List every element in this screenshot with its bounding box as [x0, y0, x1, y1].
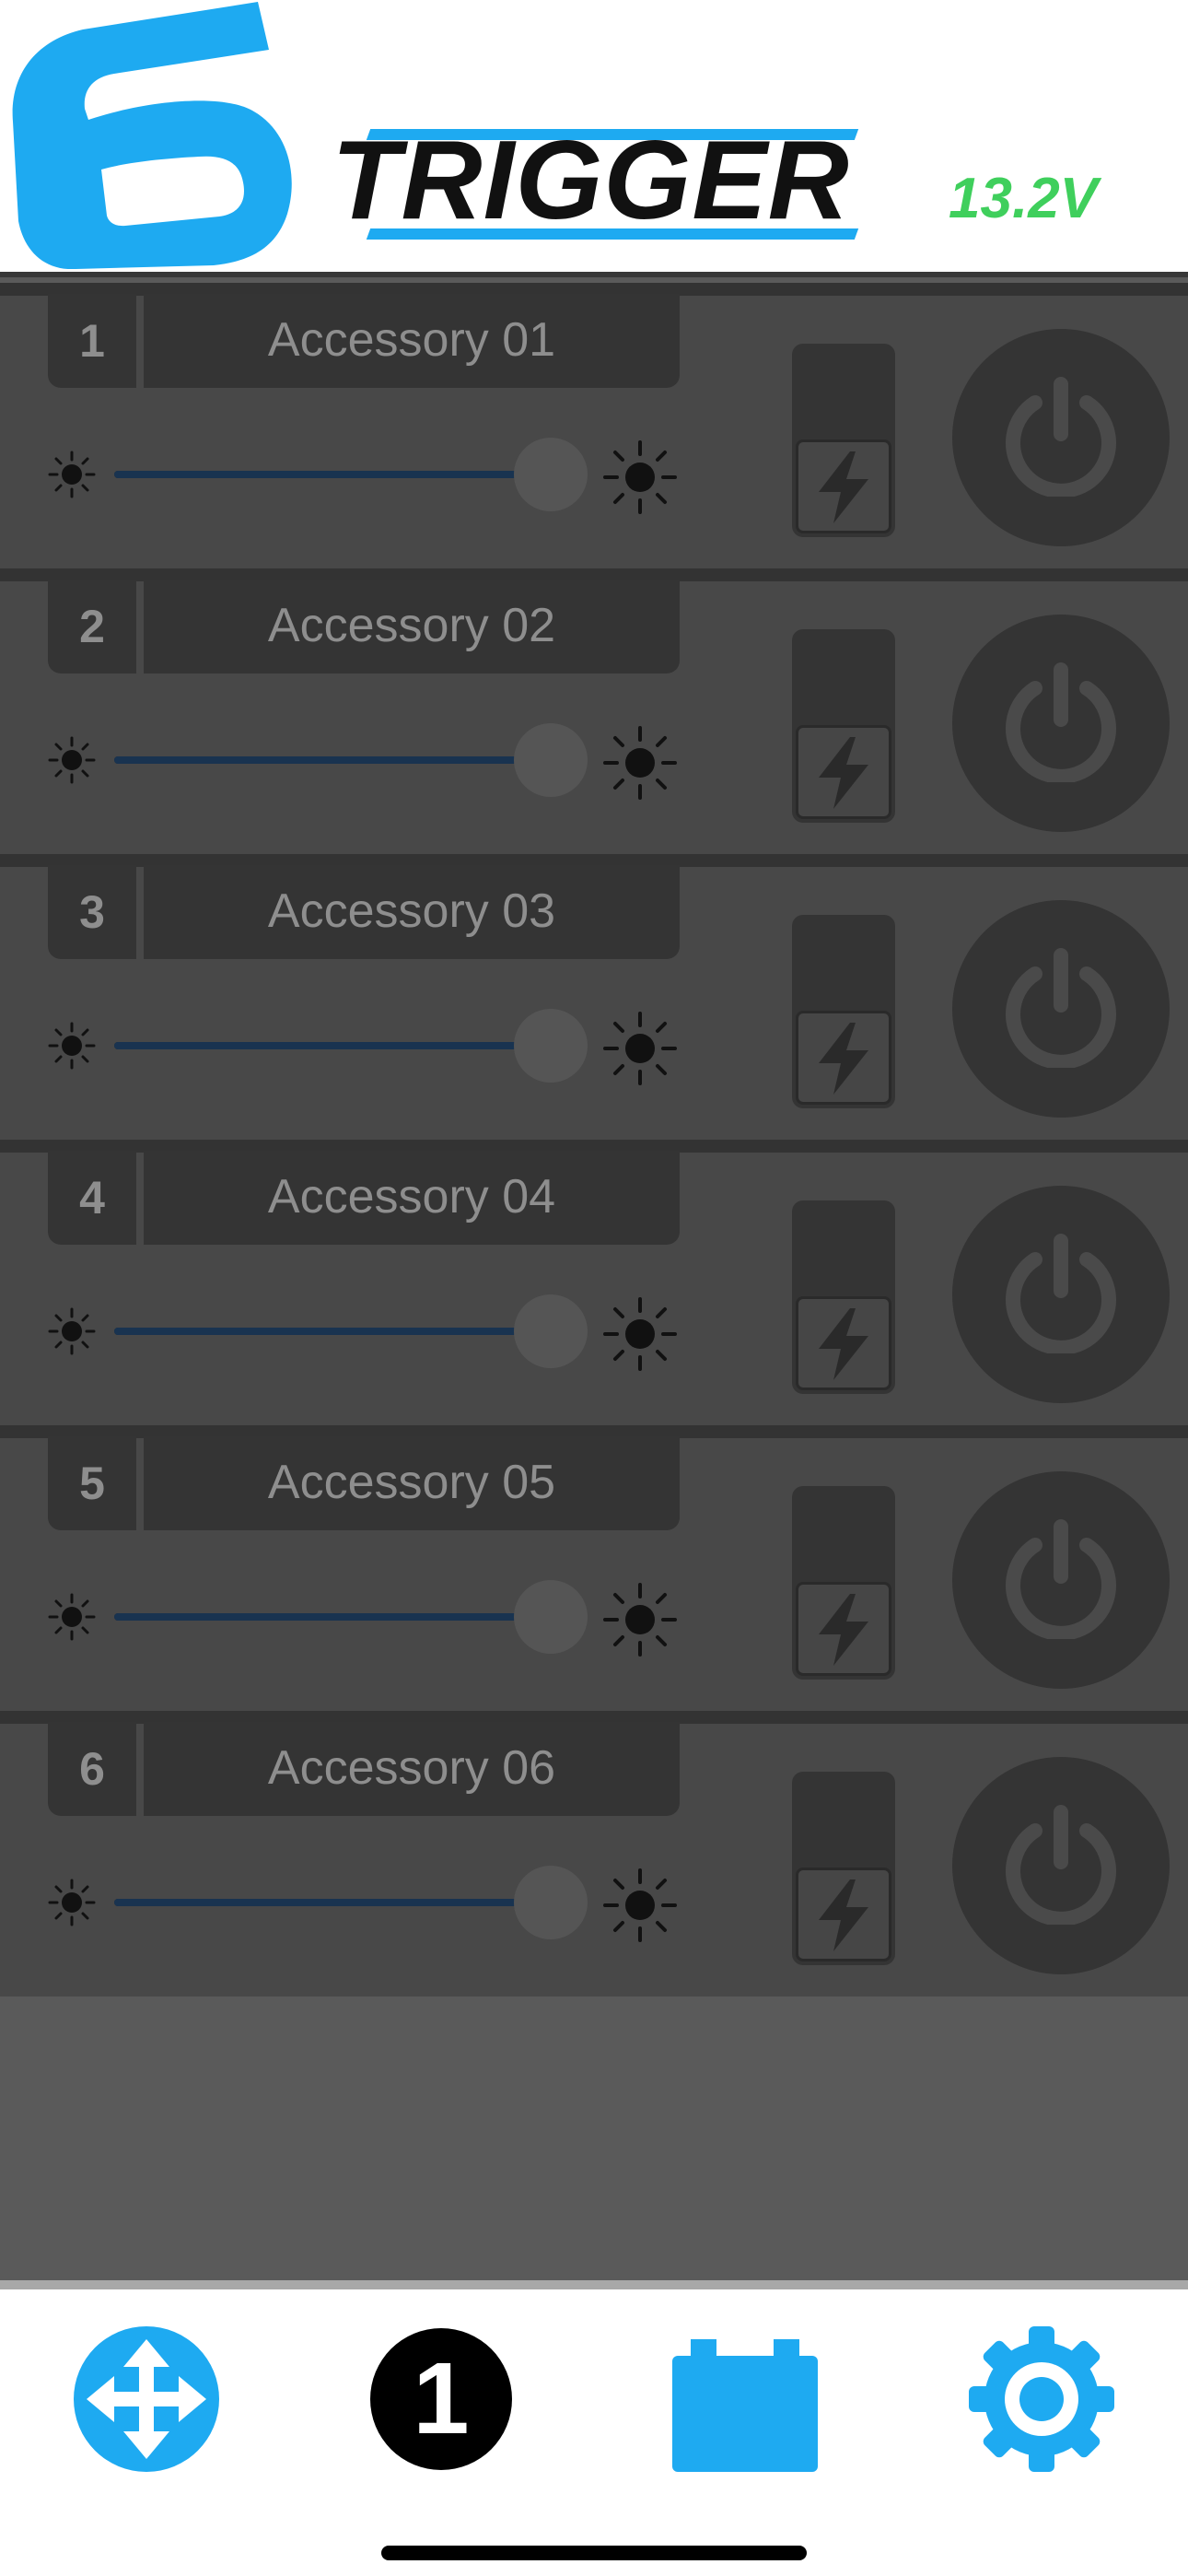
brightness-slider-track[interactable] — [114, 471, 556, 478]
power-icon — [1006, 1234, 1116, 1353]
accessory-row: 3 Accessory 03 — [0, 854, 1188, 1140]
brightness-slider-thumb[interactable] — [514, 1294, 588, 1368]
move-arrows-icon — [74, 2326, 219, 2472]
accessory-number: 1 — [48, 294, 136, 388]
accessory-row: 2 Accessory 02 — [0, 568, 1188, 854]
flash-icon — [819, 1594, 868, 1666]
accessory-name[interactable]: Accessory 02 — [144, 580, 680, 673]
flash-mode-button[interactable] — [792, 629, 895, 823]
profile-number-button[interactable]: 1 — [370, 2328, 512, 2470]
sun-small-icon — [48, 1593, 96, 1641]
flash-mode-indicator — [796, 725, 891, 819]
accessory-number: 6 — [48, 1722, 136, 1816]
flash-mode-button[interactable] — [792, 1200, 895, 1394]
accessory-name[interactable]: Accessory 03 — [144, 865, 680, 959]
brightness-slider-track[interactable] — [114, 1899, 556, 1906]
brightness-slider-thumb[interactable] — [514, 438, 588, 511]
brightness-slider-fill — [114, 1328, 523, 1335]
accessory-row: 4 Accessory 04 — [0, 1140, 1188, 1425]
flash-mode-button[interactable] — [792, 344, 895, 537]
brightness-slider-track[interactable] — [114, 1328, 556, 1335]
voltage-readout: 13.2V — [949, 167, 1099, 230]
power-icon — [1006, 948, 1116, 1068]
brightness-slider-thumb[interactable] — [514, 1580, 588, 1654]
accessory-name[interactable]: Accessory 01 — [144, 294, 680, 388]
accessory-row: 6 Accessory 06 — [0, 1711, 1188, 1996]
accessory-name[interactable]: Accessory 06 — [144, 1722, 680, 1816]
brightness-slider-track[interactable] — [114, 756, 556, 764]
battery-button[interactable] — [672, 2326, 818, 2472]
flash-mode-indicator — [796, 1582, 891, 1676]
brightness-slider-thumb[interactable] — [514, 723, 588, 797]
accessory-panel: 1 Accessory 01 2 Accessory 02 3 Accessor… — [0, 272, 1188, 2280]
accessory-number: 2 — [48, 580, 136, 673]
flash-icon — [819, 737, 868, 809]
sun-large-icon — [603, 1012, 677, 1085]
bottom-nav-border — [0, 2280, 1188, 2289]
flash-mode-button[interactable] — [792, 915, 895, 1108]
flash-mode-button[interactable] — [792, 1486, 895, 1680]
power-icon — [1006, 377, 1116, 497]
brightness-slider-thumb[interactable] — [514, 1866, 588, 1939]
accessory-name[interactable]: Accessory 05 — [144, 1436, 680, 1530]
flash-icon — [819, 1879, 868, 1951]
brightness-slider-fill — [114, 1899, 523, 1906]
flash-mode-indicator — [796, 1011, 891, 1105]
power-icon — [1006, 1519, 1116, 1639]
flash-mode-indicator — [796, 439, 891, 533]
power-icon — [1006, 1805, 1116, 1925]
sun-large-icon — [603, 1583, 677, 1657]
flash-icon — [819, 1023, 868, 1095]
brightness-slider-track[interactable] — [114, 1613, 556, 1621]
power-button[interactable] — [952, 1186, 1170, 1403]
brand-stripe-bottom — [366, 228, 859, 240]
flash-mode-indicator — [796, 1868, 891, 1961]
sun-large-icon — [603, 726, 677, 800]
power-button[interactable] — [952, 1757, 1170, 1974]
accessory-number: 4 — [48, 1151, 136, 1245]
flash-icon — [819, 1308, 868, 1380]
brightness-slider-fill — [114, 1613, 523, 1621]
sun-small-icon — [48, 1307, 96, 1355]
flash-mode-indicator — [796, 1296, 891, 1390]
brightness-slider-fill — [114, 756, 523, 764]
brightness-slider-thumb[interactable] — [514, 1009, 588, 1083]
bottom-nav: 1 — [0, 2280, 1188, 2576]
accessory-number: 3 — [48, 865, 136, 959]
sun-large-icon — [603, 1297, 677, 1371]
sun-small-icon — [48, 736, 96, 784]
app-header: TRIGGER 13.2V — [0, 0, 1188, 272]
sun-small-icon — [48, 1022, 96, 1070]
brightness-slider-track[interactable] — [114, 1042, 556, 1049]
gear-icon — [969, 2326, 1114, 2472]
flash-mode-button[interactable] — [792, 1772, 895, 1965]
sun-large-icon — [603, 440, 677, 514]
six-logo-icon — [12, 2, 292, 269]
accessory-name[interactable]: Accessory 04 — [144, 1151, 680, 1245]
panel-top-border — [0, 272, 1188, 277]
battery-icon — [672, 2339, 818, 2472]
home-indicator[interactable] — [381, 2546, 807, 2560]
brand-wordmark: TRIGGER — [332, 117, 850, 242]
sun-small-icon — [48, 451, 96, 498]
power-button[interactable] — [952, 900, 1170, 1118]
accessory-number: 5 — [48, 1436, 136, 1530]
brightness-slider-fill — [114, 471, 523, 478]
power-icon — [1006, 662, 1116, 782]
sun-large-icon — [603, 1868, 677, 1942]
power-button[interactable] — [952, 329, 1170, 546]
power-button[interactable] — [952, 1471, 1170, 1689]
power-button[interactable] — [952, 615, 1170, 832]
accessory-row: 1 Accessory 01 — [0, 283, 1188, 568]
sun-small-icon — [48, 1879, 96, 1926]
flash-icon — [819, 451, 868, 523]
brightness-slider-fill — [114, 1042, 523, 1049]
accessory-row: 5 Accessory 05 — [0, 1425, 1188, 1711]
settings-button[interactable] — [969, 2326, 1114, 2472]
brand-logo: TRIGGER — [332, 120, 866, 240]
move-arrows-button[interactable] — [74, 2326, 219, 2472]
